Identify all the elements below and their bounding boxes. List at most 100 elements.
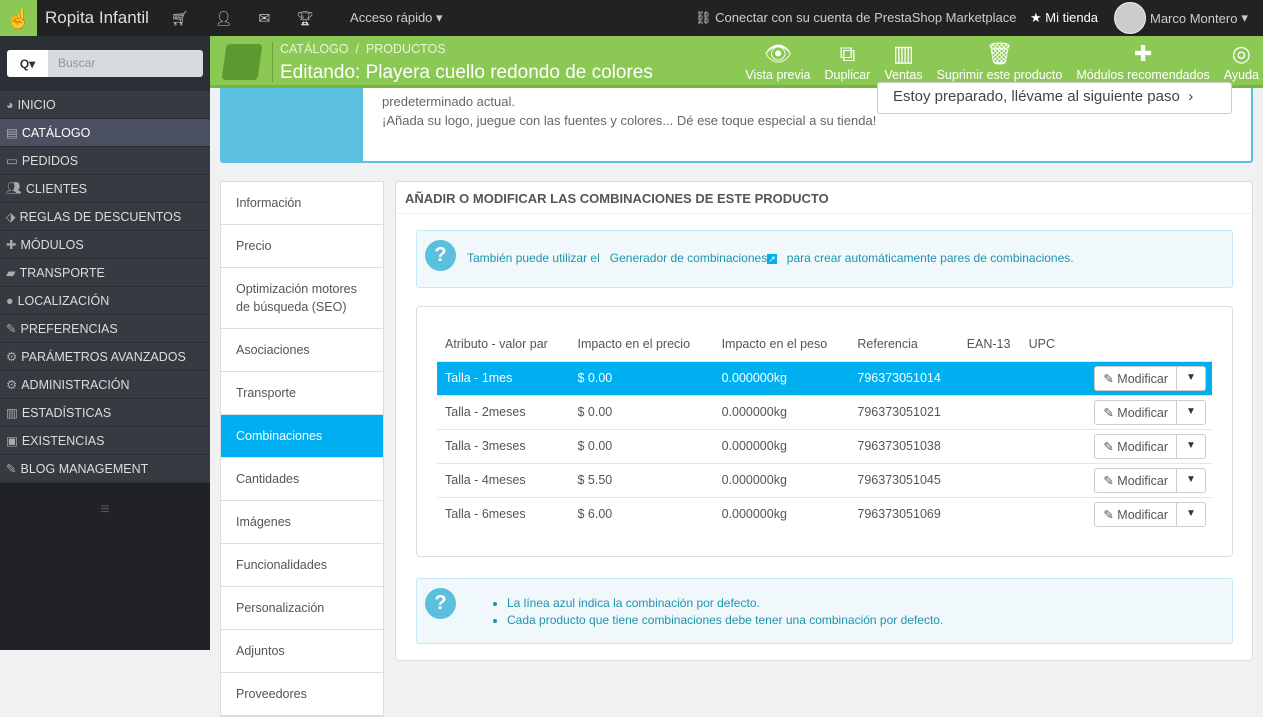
sidebar-item-par-metros-avanzados[interactable]: ⚙ PARÁMETROS AVANZADOS [0,343,210,371]
next-step-button[interactable]: Estoy preparado, llévame al siguiente pa… [877,82,1232,114]
sidebar-item-inicio[interactable]: ◕ INICIO [0,91,210,119]
sidebar-item-label: INICIO [17,97,56,112]
breadcrumb-separator: / [355,42,359,56]
toolbar-button-2[interactable]: ▥ Ventas [884,40,922,82]
marketplace-connect-link[interactable]: ⛓ Conectar con su cuenta de PrestaShop M… [695,10,1016,26]
toolbar-label: Ayuda [1223,68,1259,82]
table-cell: 796373051045 [849,462,959,497]
sidebar-item-existencias[interactable]: ▣ EXISTENCIAS [0,427,210,455]
table-cell: Talla - 2meses [437,394,570,429]
table-row: Talla - 1mes $ 0.00 0.000000kg 796373051014… [437,360,1212,395]
column-header: EAN-13 [966,336,1011,351]
book-icon [221,44,263,80]
sidebar-item-administraci-n[interactable]: ⚙ ADMINISTRACIÓN [0,371,210,399]
breadcrumb-catalog[interactable]: CATÁLOGO [280,42,349,56]
tab-9[interactable]: Personalización [221,587,383,630]
table-cell: 796373051021 [849,394,959,429]
dashboard-icon: ◕ [6,97,14,112]
welcome-text: ¡Añada su logo, juegue con las fuentes y… [382,113,877,128]
table-cell: 0.000000kg [713,462,850,497]
tab-8[interactable]: Funcionalidades [221,544,383,587]
info-note: Cada producto que tiene combinaciones de… [507,612,943,629]
toolbar-button-0[interactable]: 👁︎ Vista previa [745,40,810,82]
modify-button[interactable]: ✎ Modificar [1094,501,1177,527]
shop-name[interactable]: Ropita Infantil [45,8,149,28]
sidebar-item-reglas-de-descuentos[interactable]: ⬗ REGLAS DE DESCUENTOS [0,203,210,231]
tab-1[interactable]: Precio [221,225,383,268]
sidebar-item-estad-sticas[interactable]: ▥ ESTADÍSTICAS [0,399,210,427]
tab-7[interactable]: Imágenes [221,501,383,544]
combination-generator-link[interactable]: Generador de combinaciones↗ [610,251,777,265]
toolbar-button-1[interactable]: ⧉ Duplicar [825,40,871,82]
sidebar-item-preferencias[interactable]: ✎ PREFERENCIAS [0,315,210,343]
row-actions-dropdown[interactable]: ▼ [1177,399,1206,425]
pencil-icon: ✎ [6,462,17,476]
sidebar-item-cat-logo[interactable]: ▤ CATÁLOGO [0,119,210,147]
trophy-icon[interactable]: 🏆︎ [296,10,314,27]
row-actions-dropdown[interactable]: ▼ [1177,433,1206,459]
modify-button[interactable]: ✎ Modificar [1094,399,1177,425]
table-cell [1020,428,1062,463]
toolbar-button-3[interactable]: 🗑︎ Suprimir este producto [937,40,1063,82]
combinations-table: Atributo - valor par Impacto en el precio… [437,327,1212,531]
tab-3[interactable]: Asociaciones [221,329,383,372]
toolbar-label: Ventas [884,68,923,82]
sidebar-item-pedidos[interactable]: ▭ PEDIDOS [0,147,210,175]
tab-0[interactable]: Información [221,182,383,225]
sidebar-item-clientes[interactable]: 👥︎ CLIENTES [0,175,210,203]
bar-chart-icon: ▥ [893,41,914,66]
my-store-link[interactable]: ★ Mi tienda [1030,10,1098,26]
tab-2[interactable]: Optimización motores de búsqueda (SEO) [221,268,383,329]
modify-button[interactable]: ✎ Modificar [1094,467,1177,493]
sidebar-item-blog-management[interactable]: ✎ BLOG MANAGEMENT [0,455,210,483]
row-actions-dropdown[interactable]: ▼ [1177,501,1206,527]
sidebar-item-localizaci-n[interactable]: ● LOCALIZACIÓN [0,287,210,315]
envelope-icon[interactable]: ✉ [259,10,271,27]
sidebar-item-m-dulos[interactable]: ✚ MÓDULOS [0,231,210,259]
user-icon[interactable]: 👤︎ [215,10,233,27]
search-icon: Q▾ [19,56,36,71]
info-text: para crear automáticamente pares de comb… [786,251,1074,265]
caret-down-icon: ▾ [1241,10,1248,25]
search-type-button[interactable]: Q▾ [7,50,48,77]
table-cell [958,360,1021,395]
search-input[interactable]: Buscar [48,50,105,77]
sidebar-item-transporte[interactable]: ▰ TRANSPORTE [0,259,210,287]
tab-10[interactable]: Adjuntos [221,630,383,673]
modify-button[interactable]: ✎ Modificar [1094,365,1177,391]
info-text: También puede utilizar el [467,251,600,265]
tab-5[interactable]: Combinaciones [221,415,383,458]
toolbar-button-5[interactable]: ◎ Ayuda [1224,40,1259,82]
table-cell: $ 6.00 [569,496,714,531]
collapse-menu-icon[interactable]: ≡ [0,501,210,519]
table-cell: $ 0.00 [569,394,714,429]
cart-icon[interactable]: 🛒︎ [171,10,189,27]
truck-icon: ▰ [6,266,16,280]
user-menu[interactable]: Marco Montero ▾ [1114,2,1248,34]
tab-11[interactable]: Proveedores [221,673,383,716]
search-box: Q▾ Buscar [7,50,203,77]
question-icon: ? [425,240,456,271]
sidebar-item-label: CLIENTES [25,181,88,196]
table-cell: Talla - 3meses [437,428,570,463]
tab-6[interactable]: Cantidades [221,458,383,501]
row-actions-dropdown[interactable]: ▼ [1177,365,1206,391]
logo[interactable]: ☝ [0,0,37,36]
toolbar-button-4[interactable]: ✚ Módulos recomendados [1076,40,1209,82]
question-icon: ? [425,588,456,619]
table-cell [958,394,1021,429]
toolbar-label: Vista previa [745,68,811,82]
pencil-icon: ✎ [1103,473,1114,488]
breadcrumb-products[interactable]: PRODUCTOS [366,42,446,56]
default-combination-info: ? La línea azul indica la combinación po… [416,578,1233,644]
quick-access-dropdown[interactable]: Acceso rápido ▾ [350,10,443,26]
eye-icon: 👁︎ [763,41,792,66]
user-name: Marco Montero [1150,10,1238,26]
modify-button[interactable]: ✎ Modificar [1094,433,1177,459]
sidebar: Q▾ Buscar ◕ INICIO ▤ CATÁLOGO ▭ PEDIDOS 👥︎ CLIE… [0,36,210,650]
row-actions-dropdown[interactable]: ▼ [1177,467,1206,493]
wrench-icon: ✎ [6,322,17,336]
column-header: Impacto en el precio [577,336,691,351]
welcome-banner: predeterminado actual. ¡Añada su logo, j… [220,82,1253,163]
tab-4[interactable]: Transporte [221,372,383,415]
